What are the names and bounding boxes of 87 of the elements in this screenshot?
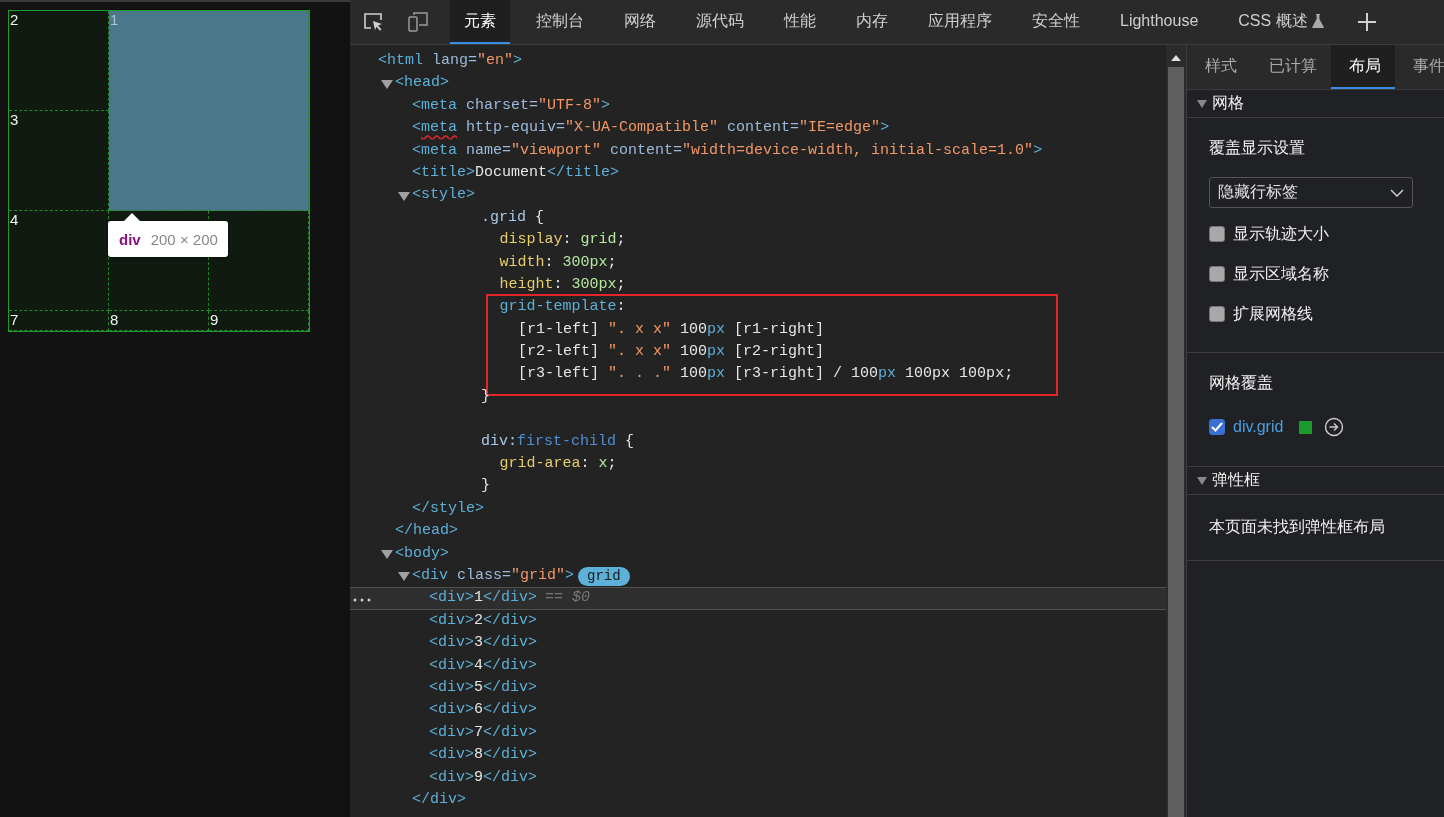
- panel-tab[interactable]: CSS 概述: [1224, 0, 1338, 44]
- sidebar-tab[interactable]: 布局: [1331, 45, 1395, 89]
- cell-number: 7: [10, 311, 19, 328]
- code-line[interactable]: <div>6</div>: [429, 699, 538, 722]
- code-line[interactable]: <div>7</div>: [429, 721, 538, 745]
- console-reference: == $0: [545, 588, 591, 609]
- code-line[interactable]: <div>4</div>: [429, 654, 538, 677]
- checkbox[interactable]: [1209, 226, 1225, 242]
- checkbox-label[interactable]: 显示区域名称: [1233, 263, 1329, 285]
- panel-tab[interactable]: 控制台: [522, 0, 598, 44]
- checkbox-label[interactable]: 显示轨迹大小: [1233, 223, 1329, 245]
- label-select[interactable]: 隐藏行标签: [1209, 177, 1413, 208]
- cell-number: 3: [10, 111, 19, 128]
- checkbox[interactable]: [1209, 266, 1225, 282]
- code-line[interactable]: }: [481, 475, 490, 498]
- checkbox[interactable]: [1209, 306, 1225, 322]
- expand-triangle-icon[interactable]: [1197, 476, 1207, 485]
- code-line[interactable]: display: grid;: [499, 229, 626, 252]
- panel-tab[interactable]: 内存: [842, 0, 902, 44]
- cell-number: 1: [110, 11, 119, 28]
- scrollbar-thumb[interactable]: [1168, 67, 1184, 817]
- code-line[interactable]: .grid {: [481, 206, 545, 230]
- code-line[interactable]: <div>8</div>: [429, 744, 538, 767]
- panel-tab[interactable]: 源代码: [682, 0, 758, 44]
- code-line[interactable]: </style>: [412, 497, 484, 521]
- panel-tab[interactable]: 安全性: [1018, 0, 1094, 44]
- chevron-down-icon: [1390, 188, 1404, 197]
- sidebar-tab[interactable]: 样式: [1187, 45, 1251, 89]
- expand-triangle-icon[interactable]: [381, 78, 393, 89]
- code-line[interactable]: div:first-child {: [481, 430, 635, 454]
- code-line[interactable]: <div>2</div>: [429, 609, 538, 633]
- code-line: [r3-left] ". . ." 100px [r3-right] / 100px 100px 100px;: [518, 364, 1014, 385]
- color-swatch[interactable]: [1299, 420, 1313, 434]
- sidebar-tab[interactable]: 事件: [1395, 45, 1444, 89]
- code-line[interactable]: <div>3</div>: [429, 632, 538, 655]
- empty-message: 本页面未找到弹性框布局: [1209, 518, 1385, 535]
- code-line: grid-template:: [499, 297, 626, 318]
- code-line[interactable]: <style>: [412, 184, 475, 207]
- panel-tab[interactable]: 应用程序: [914, 0, 1006, 44]
- add-tab-icon[interactable]: [1355, 11, 1378, 33]
- expand-triangle-icon[interactable]: [1197, 99, 1207, 108]
- code-line[interactable]: <head>: [395, 72, 449, 95]
- scroll-up-icon[interactable]: [1171, 55, 1181, 61]
- scrollbar[interactable]: [1166, 45, 1186, 817]
- code-line[interactable]: width: 300px;: [499, 251, 617, 274]
- sidebar-tab[interactable]: 已计算: [1251, 45, 1331, 89]
- code-line[interactable]: <div>5</div>: [429, 676, 538, 700]
- code-line[interactable]: <body>: [395, 542, 449, 565]
- code-line[interactable]: <html lang="en">: [378, 50, 523, 73]
- settings-title: 覆盖显示设置: [1209, 138, 1306, 158]
- expand-triangle-icon[interactable]: [398, 190, 410, 201]
- code-line[interactable]: <div>9</div>: [429, 766, 538, 789]
- code-line: [r2-left] ". x x" 100px [r2-right]: [518, 342, 825, 363]
- element-link[interactable]: div.grid: [1233, 418, 1284, 436]
- section-title[interactable]: 弹性框: [1212, 470, 1260, 491]
- cell-number: 2: [10, 11, 19, 28]
- panel-tab[interactable]: 元素: [450, 0, 510, 44]
- code-line[interactable]: <div class="grid">: [412, 565, 575, 588]
- checkbox-label[interactable]: 扩展网格线: [1233, 303, 1313, 325]
- device-toggle-icon[interactable]: [406, 11, 430, 33]
- code-line[interactable]: <title>Document</title>: [412, 161, 620, 185]
- code-line[interactable]: <meta http-equiv="X-UA-Compatible" content="IE=edge">: [412, 117, 890, 140]
- panel-tab[interactable]: 网络: [610, 0, 670, 44]
- code-line[interactable]: height: 300px;: [499, 273, 626, 297]
- cell-number: 9: [210, 311, 219, 328]
- panel-tab[interactable]: 性能: [770, 0, 830, 44]
- more-icon[interactable]: [353, 598, 371, 603]
- code-line[interactable]: </head>: [395, 520, 458, 543]
- expand-triangle-icon[interactable]: [398, 571, 410, 582]
- overlay-title: 网格覆盖: [1209, 373, 1274, 393]
- expand-triangle-icon[interactable]: [381, 548, 393, 559]
- tooltip-tag: div: [119, 230, 141, 248]
- cell-number: 4: [10, 211, 19, 228]
- tooltip-size: 200 × 200: [150, 230, 218, 248]
- code-line[interactable]: <meta charset="UTF-8">: [412, 94, 611, 118]
- code-line[interactable]: }: [481, 385, 490, 409]
- code-line[interactable]: <meta name="viewport" content="width=device-width, initial-scale=1.0">: [412, 139, 1043, 162]
- code-line[interactable]: <div>1</div>: [429, 587, 538, 610]
- section-title[interactable]: 网格: [1212, 93, 1244, 114]
- code-line[interactable]: </div>: [412, 788, 466, 812]
- cell-number: 8: [110, 311, 119, 328]
- code-line[interactable]: grid-area: x;: [499, 453, 617, 476]
- panel-tab[interactable]: Lighthouse: [1106, 0, 1213, 44]
- checkbox[interactable]: [1209, 419, 1225, 435]
- code-line: [r1-left] ". x x" 100px [r1-right]: [518, 319, 825, 340]
- grid-badge[interactable]: grid: [578, 566, 630, 586]
- flask-icon: [1311, 14, 1324, 28]
